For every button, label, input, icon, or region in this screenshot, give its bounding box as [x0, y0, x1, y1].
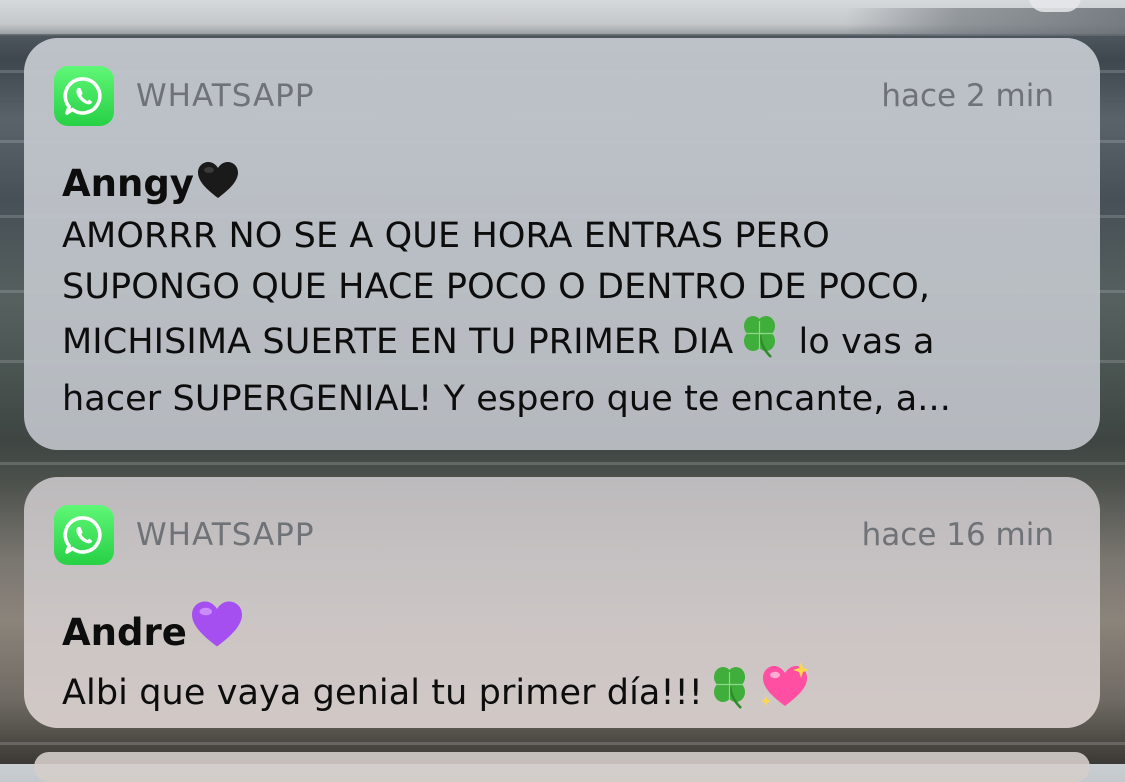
notification-card-next-peek[interactable]	[34, 752, 1090, 782]
background-wave	[0, 742, 1125, 745]
whatsapp-icon	[54, 66, 114, 126]
four-leaf-clover-icon	[733, 313, 787, 374]
notification-card-anngy[interactable]: WHATSAPP hace 2 min Anngy AMORRR NO SE A…	[24, 38, 1100, 450]
body-line: MICHISIMA SUERTE EN TU PRIMER DIA lo vas…	[62, 313, 1062, 374]
notification-header: WHATSAPP hace 2 min	[54, 66, 1062, 126]
notification-timestamp: hace 2 min	[881, 78, 1054, 114]
background-skyline	[845, 8, 1125, 36]
whatsapp-icon	[54, 505, 114, 565]
body-line-text: MICHISIMA SUERTE EN TU PRIMER DIA	[62, 322, 734, 362]
body-line-text: Albi que vaya genial tu primer día!!!	[62, 673, 703, 713]
notification-body: Albi que vaya genial tu primer día!!!	[62, 660, 1062, 725]
notification-timestamp: hace 16 min	[861, 517, 1054, 553]
body-line: AMORRR NO SE A QUE HORA ENTRAS PERO	[62, 216, 830, 256]
notification-card-andre[interactable]: WHATSAPP hace 16 min Andre Albi que vaya…	[24, 477, 1100, 728]
background-wave	[0, 462, 1125, 465]
notification-sender: Andre	[62, 599, 1062, 660]
black-heart-icon	[196, 160, 240, 211]
notification-body: AMORRR NO SE A QUE HORA ENTRAS PERO SUPO…	[62, 211, 1062, 425]
sender-name: Anngy	[62, 162, 194, 205]
sender-name: Andre	[62, 611, 187, 654]
app-name: WHATSAPP	[136, 517, 315, 553]
notification-header: WHATSAPP hace 16 min	[54, 505, 1062, 565]
purple-heart-icon	[189, 599, 245, 660]
app-name: WHATSAPP	[136, 78, 315, 114]
notification-sender: Anngy	[62, 160, 1062, 211]
body-line: SUPONGO QUE HACE POCO O DENTRO DE POCO,	[62, 267, 931, 307]
body-line-text: lo vas a	[787, 322, 935, 362]
body-line: hacer SUPERGENIAL! Y espero que te encan…	[62, 379, 951, 419]
four-leaf-clover-icon	[703, 664, 757, 725]
sparkling-heart-icon	[757, 660, 813, 725]
body-line: Albi que vaya genial tu primer día!!!	[62, 660, 1062, 725]
